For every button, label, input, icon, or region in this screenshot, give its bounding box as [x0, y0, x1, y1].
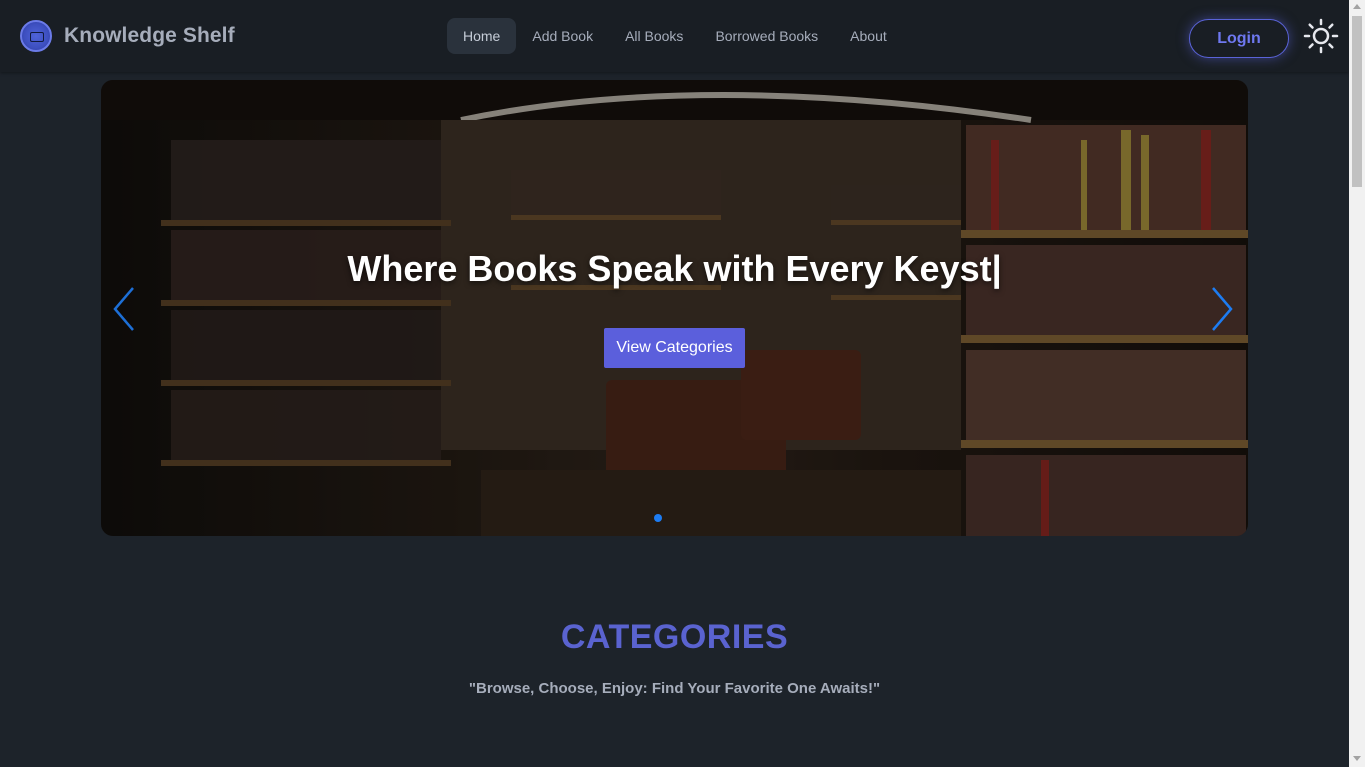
hero-carousel: Where Books Speak with Every Keyst| View… — [101, 80, 1248, 536]
nav-all-books[interactable]: All Books — [609, 18, 699, 54]
nav-add-book[interactable]: Add Book — [516, 18, 609, 54]
sun-icon[interactable] — [1303, 18, 1339, 54]
categories-subtitle: "Browse, Choose, Enjoy: Find Your Favori… — [468, 680, 881, 697]
categories-heading: CATEGORIES — [560, 618, 789, 656]
view-categories-button[interactable]: View Categories — [604, 328, 745, 368]
chevron-right-icon[interactable] — [1209, 286, 1235, 332]
hero-overlay — [101, 80, 1248, 536]
login-button[interactable]: Login — [1189, 19, 1289, 58]
brand-name: Knowledge Shelf — [64, 24, 235, 47]
nav-home[interactable]: Home — [447, 18, 517, 54]
library-logo-icon — [20, 20, 52, 52]
brand[interactable]: Knowledge Shelf — [20, 20, 235, 52]
page-scrollbar[interactable] — [1349, 0, 1365, 767]
scroll-down-arrow-icon[interactable] — [1353, 756, 1361, 761]
main-menu: Home Add Book All Books Borrowed Books A… — [447, 18, 903, 54]
scroll-up-arrow-icon[interactable] — [1353, 4, 1361, 9]
nav-borrowed-books[interactable]: Borrowed Books — [699, 18, 834, 54]
chevron-left-icon[interactable] — [111, 286, 137, 332]
hero-title: Where Books Speak with Every Keyst| — [347, 248, 1002, 289]
nav-about[interactable]: About — [834, 18, 903, 54]
carousel-indicator-dot[interactable] — [654, 514, 662, 522]
navbar: Knowledge Shelf Home Add Book All Books … — [0, 0, 1349, 72]
scrollbar-thumb[interactable] — [1352, 16, 1362, 187]
